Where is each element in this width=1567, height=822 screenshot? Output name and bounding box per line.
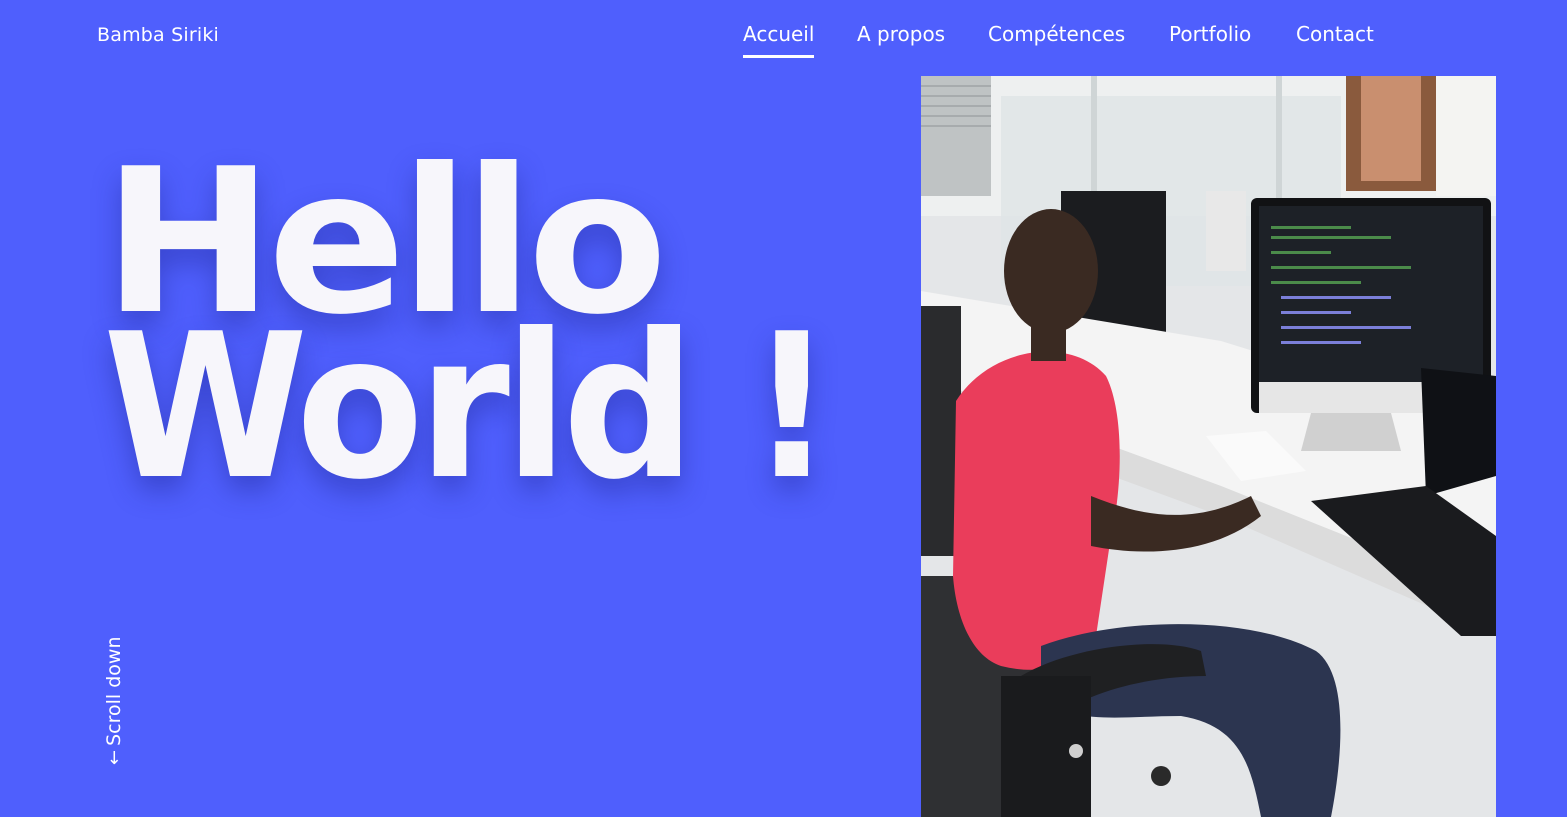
nav-accueil[interactable]: Accueil [743,22,815,58]
page-bottom-edge [0,817,1567,822]
hero-section: Bamba Siriki Accueil A propos Compétence… [0,0,1567,817]
scroll-down-label: Scroll down [103,636,125,746]
scroll-down-link[interactable]: ← Scroll down [103,637,125,765]
brand-name[interactable]: Bamba Siriki [97,24,219,46]
nav-a-propos[interactable]: A propos [857,22,945,58]
hero-heading: Hello World ! [103,143,883,524]
nav-contact[interactable]: Contact [1296,22,1374,58]
hero-heading-line2: World ! [103,291,834,524]
portrait-photo [921,76,1496,817]
nav-portfolio[interactable]: Portfolio [1169,22,1251,58]
nav-competences[interactable]: Compétences [988,22,1125,58]
arrow-left-icon: ← [103,749,125,765]
